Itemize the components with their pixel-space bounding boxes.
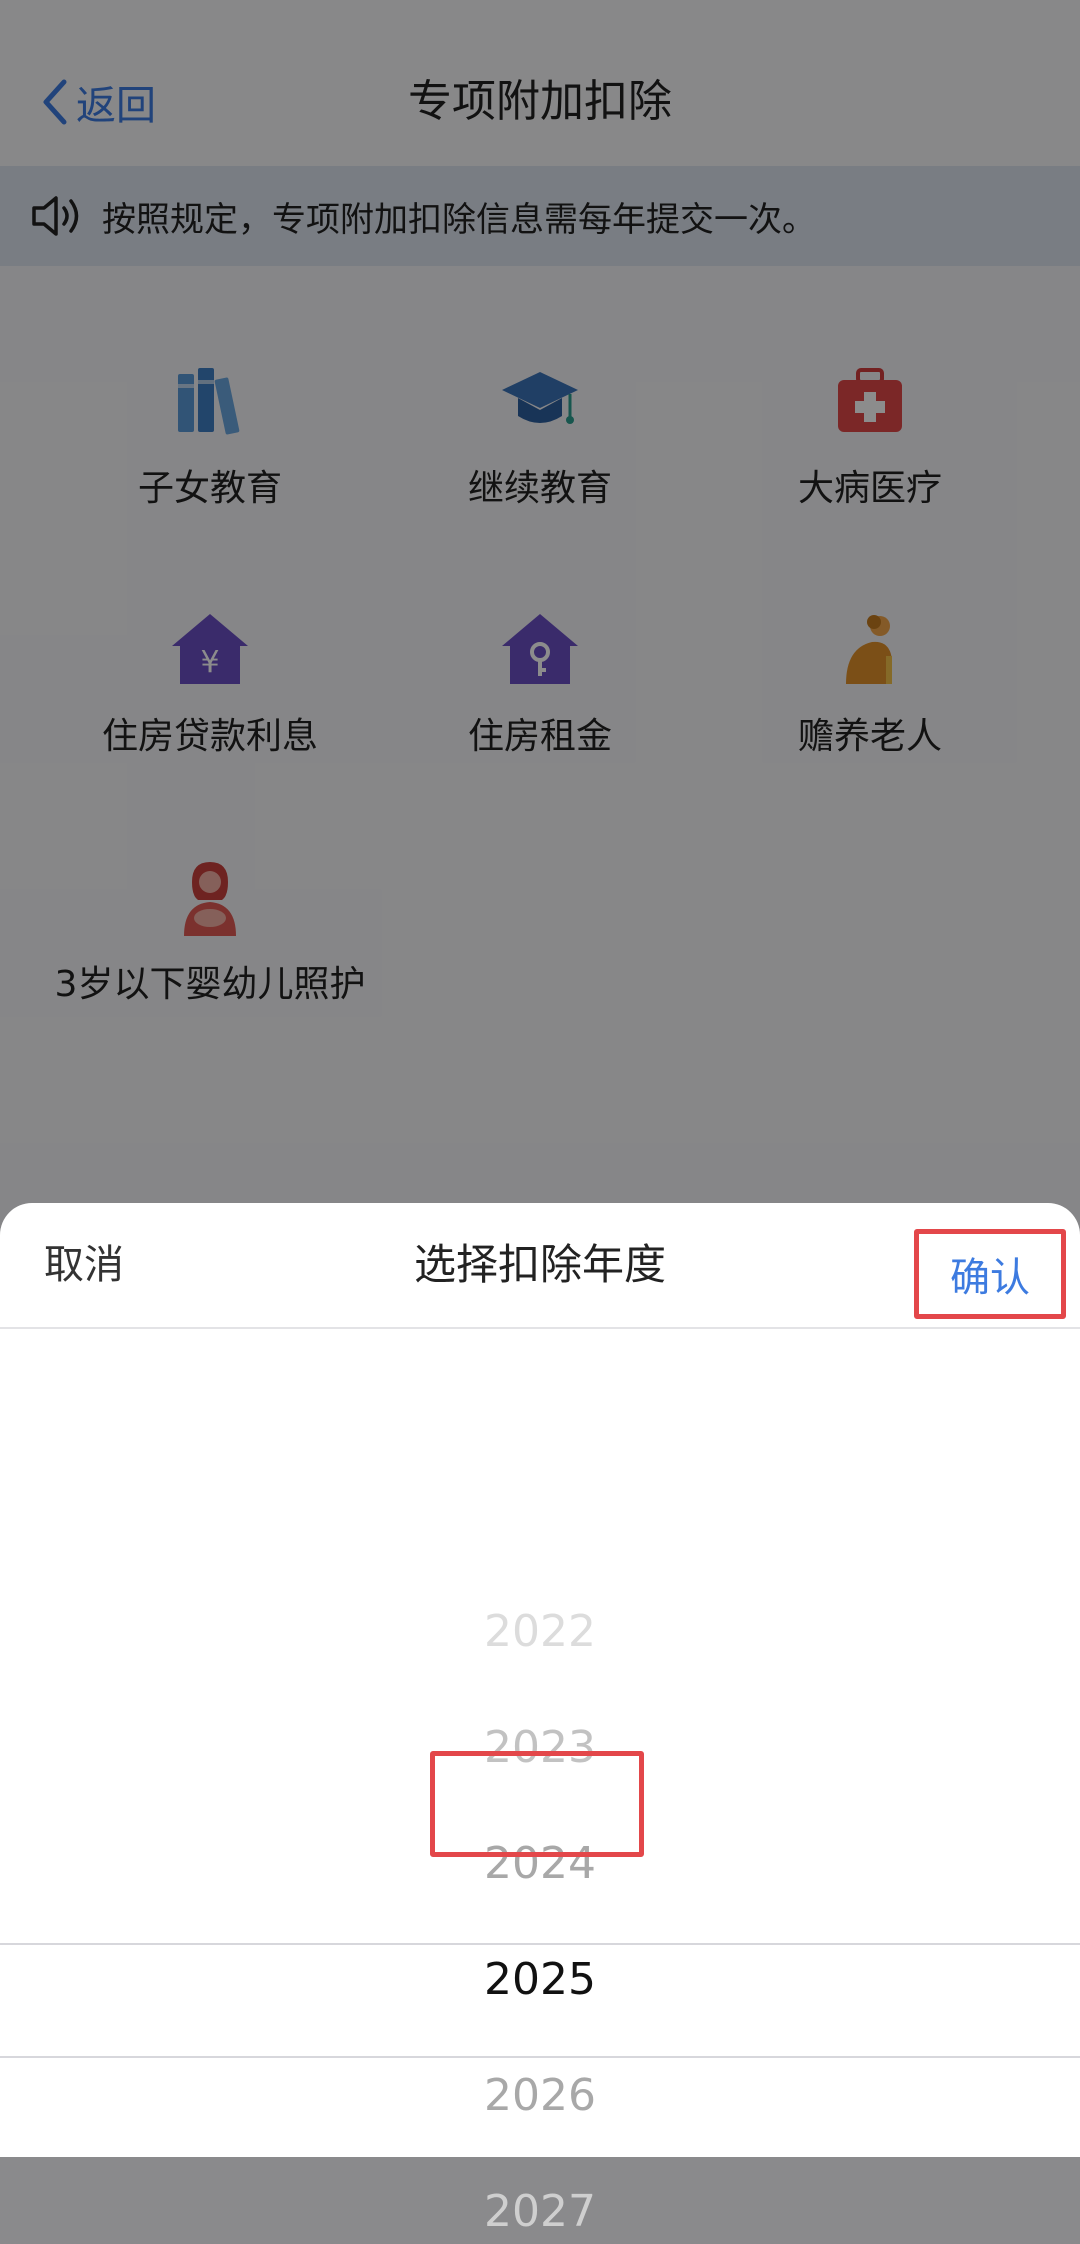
year-option[interactable]: 2026 (0, 2064, 1080, 2128)
confirm-button[interactable]: 确认 (914, 1229, 1066, 1319)
year-option-selected[interactable]: 2025 (0, 1948, 1080, 2012)
selection-line-bottom (0, 2056, 1080, 2058)
year-picker-wheel[interactable]: 2022 2023 2024 2025 2026 2027 (0, 1327, 1080, 2237)
selection-line-top (0, 1943, 1080, 1945)
confirm-label: 确认 (950, 1255, 1030, 1301)
year-option[interactable]: 2027 (0, 2180, 1080, 2244)
year-option[interactable]: 2022 (0, 1600, 1080, 1664)
selected-year-highlight (430, 1751, 644, 1857)
year-picker-sheet: 取消 选择扣除年度 确认 2022 2023 2024 2025 2026 20… (0, 1203, 1080, 2237)
sheet-header: 取消 选择扣除年度 确认 (0, 1203, 1080, 1329)
